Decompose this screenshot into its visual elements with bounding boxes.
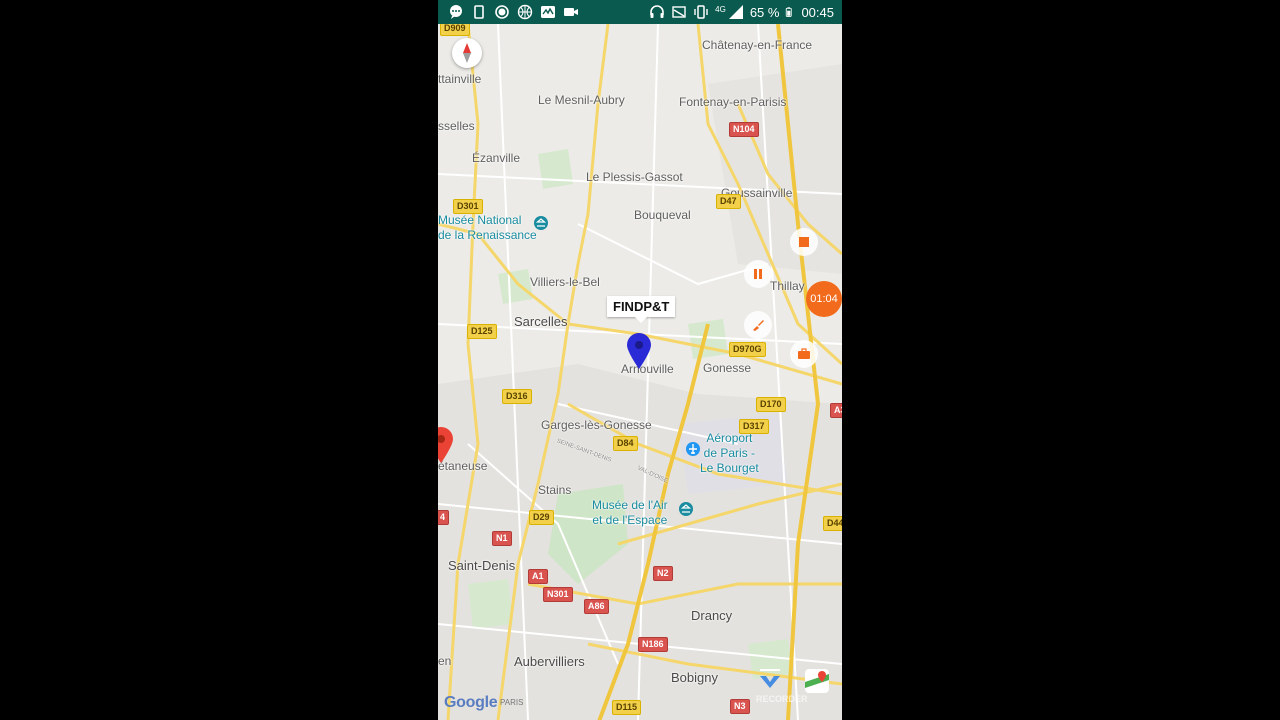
recording-timer[interactable]: 01:04 (806, 281, 842, 317)
brush-button[interactable] (744, 311, 772, 339)
road-n104: N104 (729, 122, 759, 137)
place-aubervilliers: Aubervilliers (514, 654, 585, 669)
poi-musee-air[interactable]: Musée de l'Air et de l'Espace (592, 498, 668, 528)
place-fontenay: Fontenay-en-Parisis (679, 95, 787, 109)
road-d170: D170 (756, 397, 786, 412)
place-saint-denis: Saint-Denis (448, 558, 516, 573)
marker-label[interactable]: FINDP&T (607, 296, 676, 323)
globe-icon (517, 4, 533, 20)
road-a86: A86 (584, 599, 609, 614)
cast-icon (672, 6, 686, 18)
place-stains: Stains (538, 483, 572, 497)
place-plessis: Le Plessis-Gassot (586, 170, 683, 184)
map-region-tag: PARIS (500, 698, 524, 707)
airport-icon[interactable] (686, 442, 700, 456)
stop-recording-button[interactable] (790, 228, 818, 256)
maps-app-icon (805, 669, 829, 693)
recorder-logo-icon (760, 669, 780, 688)
map-view[interactable]: Châtenay-en-France ttainville Le Mesnil-… (438, 24, 842, 720)
road-d44: D44 (823, 516, 842, 531)
road-d316: D316 (502, 389, 532, 404)
record-icon (495, 5, 509, 19)
road-d84: D84 (613, 436, 638, 451)
place-sselles: sselles (438, 119, 475, 133)
road-d115: D115 (612, 700, 642, 715)
toolbox-button[interactable] (790, 340, 818, 368)
road-d47: D47 (716, 194, 741, 209)
place-drancy: Drancy (691, 608, 733, 623)
road-d301: D301 (453, 199, 483, 214)
poi-aeroport[interactable]: Aéroport de Paris - Le Bourget (700, 431, 759, 476)
battery-percent: 65 % (749, 4, 780, 20)
place-bouqueval: Bouqueval (634, 208, 691, 222)
place-mesnil: Le Mesnil-Aubry (538, 93, 625, 107)
place-bobigny: Bobigny (671, 670, 718, 685)
road-a4: 4 (438, 510, 450, 525)
place-sarcelles: Sarcelles (514, 314, 568, 329)
phone-screen: 4G 65 % 00:45 Châtenay-en-France ttainvi… (438, 0, 842, 720)
road-a1: A1 (528, 569, 548, 584)
vibrate-icon (694, 5, 708, 19)
activity-icon (541, 6, 555, 18)
place-garges: Garges-lès-Gonesse (541, 418, 652, 432)
location-marker-icon[interactable] (626, 332, 652, 370)
place-thillay: Thillay (770, 279, 805, 293)
status-bar: 4G 65 % 00:45 (438, 0, 842, 24)
poi-musee-renaissance[interactable]: Musée National de la Renaissance (438, 213, 537, 243)
road-d909: D909 (440, 24, 470, 36)
road-d970g: D970G (729, 342, 766, 357)
battery-icon (786, 7, 793, 17)
toolbox-icon (798, 348, 810, 359)
place-gonesse: Gonesse (703, 361, 752, 375)
compass-button[interactable] (452, 38, 482, 68)
place-chatenay: Châtenay-en-France (702, 38, 813, 52)
road-d29: D29 (529, 510, 554, 525)
place-villiers: Villiers-le-Bel (530, 275, 600, 289)
google-logo: Google (444, 694, 498, 711)
road-n186: N186 (638, 637, 668, 652)
museum-icon[interactable] (679, 502, 693, 516)
phone-icon (474, 5, 484, 19)
headphones-icon (650, 5, 664, 18)
chat-bubble-icon (450, 5, 462, 19)
road-d125: D125 (467, 324, 497, 339)
stop-icon (799, 237, 809, 247)
watermark-text: RECORDER (756, 694, 808, 704)
road-a3: A3 (830, 403, 842, 418)
compass-icon (463, 43, 471, 63)
signal-icon (728, 5, 743, 19)
pause-icon (754, 269, 762, 279)
place-attainville: ttainville (438, 72, 482, 86)
road-n3: N3 (730, 699, 750, 714)
pause-recording-button[interactable] (744, 260, 772, 288)
brush-icon (753, 320, 764, 331)
road-d317: D317 (739, 419, 769, 434)
museum-icon[interactable] (534, 216, 548, 230)
recorder-watermark: RECORDER (756, 660, 834, 708)
clock: 00:45 (801, 4, 834, 20)
red-marker-icon[interactable] (438, 426, 454, 464)
road-n2: N2 (653, 566, 673, 581)
network-type: 4G (715, 4, 726, 14)
video-camera-icon (564, 8, 578, 16)
place-en: en (438, 654, 452, 668)
road-n1: N1 (492, 531, 512, 546)
place-ezanville: Ézanville (472, 151, 521, 165)
road-n301: N301 (543, 587, 573, 602)
